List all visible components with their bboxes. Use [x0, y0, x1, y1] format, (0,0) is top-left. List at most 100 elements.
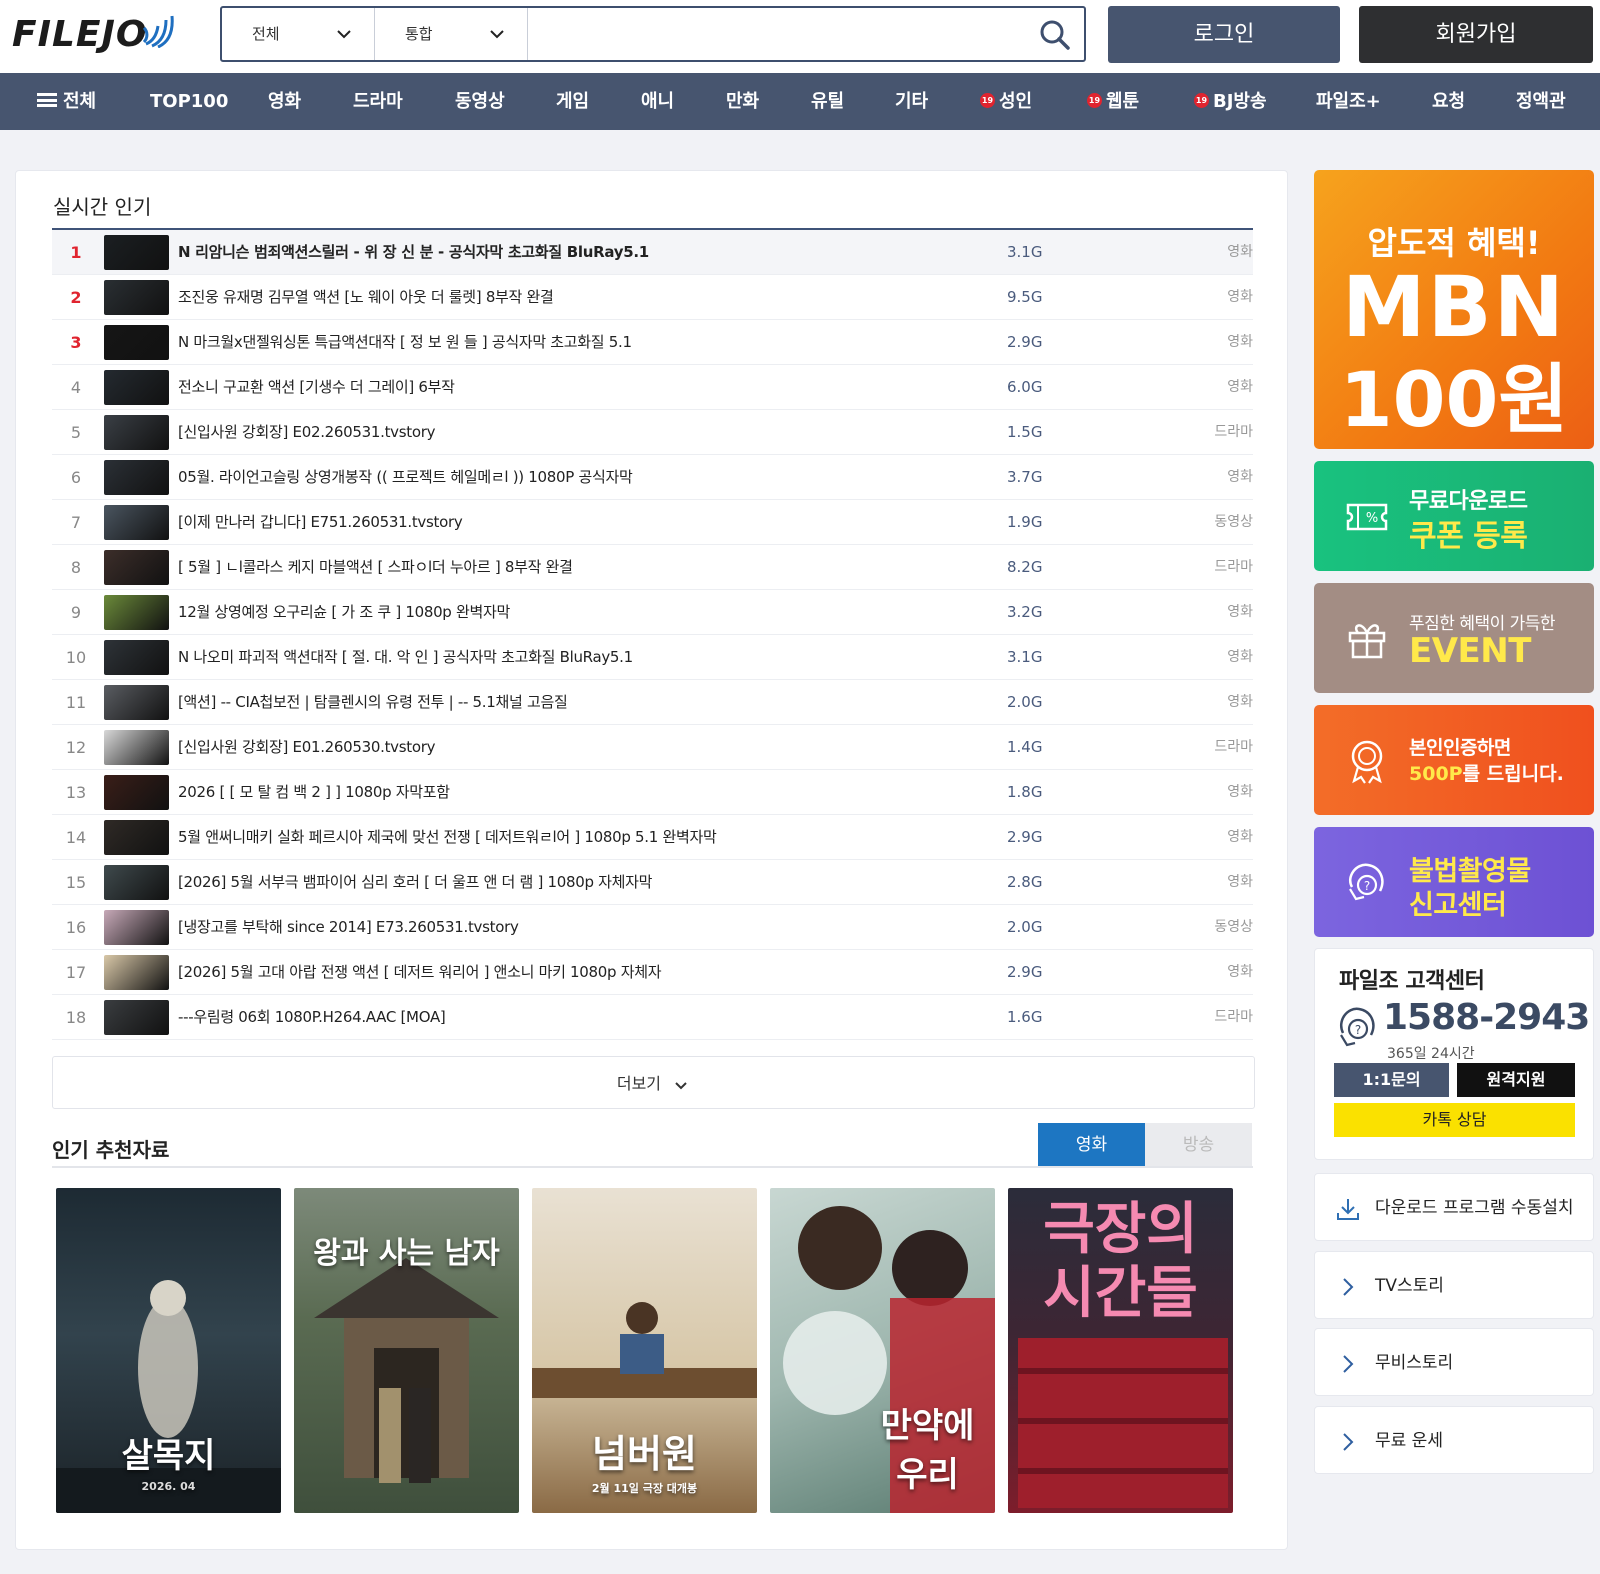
thumbnail[interactable] — [104, 730, 169, 765]
rank-title[interactable]: [냉장고를 부탁해 since 2014] E73.260531.tvstory — [178, 905, 519, 950]
table-row[interactable]: 11 [액션] -- CIA첩보전 | 탐클렌시의 유령 전투 | -- 5.1채… — [52, 680, 1253, 725]
nav-item-top100[interactable]: TOP100 — [150, 73, 228, 130]
table-row[interactable]: 16 [냉장고를 부탁해 since 2014] E73.260531.tvsto… — [52, 905, 1253, 950]
nav-item-adult[interactable]: 19 성인 — [980, 73, 1032, 130]
thumbnail[interactable] — [104, 910, 169, 945]
signup-button[interactable]: 회원가입 — [1359, 6, 1593, 63]
table-row[interactable]: 17 [2026] 5월 고대 아랍 전쟁 액션 [ 데저트 워리어 ] 앤소니 … — [52, 950, 1253, 995]
nav-item-util[interactable]: 유틸 — [811, 73, 844, 130]
nav-item-game[interactable]: 게임 — [556, 73, 589, 130]
rank-title[interactable]: [이제 만나러 갑니다] E751.260531.tvstory — [178, 500, 463, 545]
headset-report-icon: ? — [1349, 863, 1384, 901]
fortune-link[interactable]: 무료 운세 — [1314, 1406, 1594, 1474]
poster-card[interactable]: 만약에 우리 — [770, 1188, 995, 1513]
thumbnail[interactable] — [104, 280, 169, 315]
event-banner[interactable]: 푸짐한 혜택이 가득한 EVENT — [1314, 583, 1594, 693]
nav-item-all[interactable]: 전체 — [37, 73, 96, 130]
thumbnail[interactable] — [104, 820, 169, 855]
thumbnail[interactable] — [104, 865, 169, 900]
table-row[interactable]: 7 [이제 만나러 갑니다] E751.260531.tvstory 1.9G 동영상 — [52, 500, 1253, 545]
certification-banner[interactable]: 본인인증하면 500P를 드립니다. — [1314, 705, 1594, 815]
poster-card[interactable]: 살목지 2026. 04 — [56, 1188, 281, 1513]
moviestory-link[interactable]: 무비스토리 — [1314, 1328, 1594, 1396]
table-row[interactable]: 6 05월. 라이언고슬링 상영개봉작 (( 프로젝트 헤일메ㄹl )) 1080… — [52, 455, 1253, 500]
search-input[interactable] — [528, 8, 1028, 60]
rank-title[interactable]: 5월 앤써니매키 실화 페르시아 제국에 맞선 전쟁 [ 데저트워ㄹl어 ] 1… — [178, 815, 717, 860]
thumbnail[interactable] — [104, 325, 169, 360]
thumbnail[interactable] — [104, 595, 169, 630]
nav-item-video[interactable]: 동영상 — [455, 73, 505, 130]
tab-movie[interactable]: 영화 — [1038, 1123, 1145, 1167]
table-row[interactable]: 8 [ 5월 ] ㄴl콜라스 케지 마블액션 [ 스파ㅇl더 누아르 ] 8부작 … — [52, 545, 1253, 590]
table-row[interactable]: 9 12월 상영예정 오구리슌 [ 가 조 쿠 ] 1080p 완벽자막 3.2G 영… — [52, 590, 1253, 635]
rank-title[interactable]: N 마크월x댄젤워싱톤 특급액션대작 [ 정 보 원 들 ] 공식자막 초고화질… — [178, 320, 632, 365]
nav-item-bj[interactable]: 19 BJ방송 — [1194, 73, 1267, 130]
category-select[interactable]: 전체 — [222, 8, 375, 60]
rank-title[interactable]: 12월 상영예정 오구리슌 [ 가 조 쿠 ] 1080p 완벽자막 — [178, 590, 510, 635]
thumbnail[interactable] — [104, 415, 169, 450]
rank-title[interactable]: N 리암니슨 범죄액션스릴러 - 위 장 신 분 - 공식자막 초고화질 Blu… — [178, 230, 649, 275]
thumbnail[interactable] — [104, 550, 169, 585]
thumbnail[interactable] — [104, 370, 169, 405]
nav-item-etc[interactable]: 기타 — [895, 73, 928, 130]
rank-title[interactable]: 2026 [ [ 모 탈 컴 백 2 ] ] 1080p 자막포함 — [178, 770, 450, 815]
scope-select[interactable]: 통합 — [375, 8, 528, 60]
tab-broadcast[interactable]: 방송 — [1145, 1123, 1252, 1167]
poster-card[interactable]: 넘버원 2월 11일 극장 대개봉 — [532, 1188, 757, 1513]
rank-number: 3 — [70, 333, 82, 352]
rank-title[interactable]: 전소니 구교환 액션 [기생수 더 그레이] 6부작 — [178, 365, 455, 410]
poster-card[interactable]: 왕과 사는 남자 — [294, 1188, 519, 1513]
table-row[interactable]: 18 ---우림령 06회 1080P.H264.AAC [MOA] 1.6G 드라마 — [52, 995, 1253, 1040]
inquiry-button[interactable]: 1:1문의 — [1334, 1063, 1449, 1097]
table-row[interactable]: 12 [신입사원 강회장] E01.260530.tvstory 1.4G 드라마 — [52, 725, 1253, 770]
nav-item-request[interactable]: 요청 — [1432, 73, 1465, 130]
more-button[interactable]: 더보기 — [52, 1056, 1255, 1109]
thumbnail[interactable] — [104, 775, 169, 810]
table-row[interactable]: 1 N 리암니슨 범죄액션스릴러 - 위 장 신 분 - 공식자막 초고화질 Bl… — [52, 230, 1253, 275]
search-icon[interactable] — [1038, 18, 1072, 52]
thumbnail[interactable] — [104, 1000, 169, 1035]
rank-title[interactable]: [신입사원 강회장] E02.260531.tvstory — [178, 410, 435, 455]
rank-title[interactable]: [ 5월 ] ㄴl콜라스 케지 마블액션 [ 스파ㅇl더 누아르 ] 8부작 완… — [178, 545, 573, 590]
table-row[interactable]: 2 조진웅 유재명 김무열 액션 [노 웨이 아웃 더 룰렛] 8부작 완결 9.5… — [52, 275, 1253, 320]
download-program-link[interactable]: 다운로드 프로그램 수동설치 — [1314, 1173, 1594, 1241]
remote-support-button[interactable]: 원격지원 — [1457, 1063, 1575, 1097]
thumbnail[interactable] — [104, 460, 169, 495]
thumbnail[interactable] — [104, 640, 169, 675]
nav-item-flatrate[interactable]: 정액관 — [1516, 73, 1566, 130]
rank-title[interactable]: ---우림령 06회 1080P.H264.AAC [MOA] — [178, 995, 446, 1040]
tvstory-link[interactable]: TV스토리 — [1314, 1251, 1594, 1319]
table-row[interactable]: 13 2026 [ [ 모 탈 컴 백 2 ] ] 1080p 자막포함 1.8G 영… — [52, 770, 1253, 815]
thumbnail[interactable] — [104, 955, 169, 990]
table-row[interactable]: 5 [신입사원 강회장] E02.260531.tvstory 1.5G 드라마 — [52, 410, 1253, 455]
report-banner[interactable]: ? 불법촬영물 신고센터 — [1314, 827, 1594, 937]
nav-item-webtoon[interactable]: 19 웹툰 — [1087, 73, 1139, 130]
nav-item-comic[interactable]: 만화 — [726, 73, 759, 130]
table-row[interactable]: 14 5월 앤써니매키 실화 페르시아 제국에 맞선 전쟁 [ 데저트워ㄹl어 ]… — [52, 815, 1253, 860]
table-row[interactable]: 3 N 마크월x댄젤워싱톤 특급액션대작 [ 정 보 원 들 ] 공식자막 초고화… — [52, 320, 1253, 365]
category-label: 영화 — [1227, 694, 1253, 710]
table-row[interactable]: 4 전소니 구교환 액션 [기생수 더 그레이] 6부작 6.0G 영화 — [52, 365, 1253, 410]
thumbnail[interactable] — [104, 685, 169, 720]
rank-title[interactable]: [2026] 5월 서부극 뱀파이어 심리 호러 [ 더 울프 앤 더 램 ] … — [178, 860, 652, 905]
rank-title[interactable]: [액션] -- CIA첩보전 | 탐클렌시의 유령 전투 | -- 5.1채널 … — [178, 680, 568, 725]
nav-item-filejoplus[interactable]: 파일조+ — [1316, 73, 1381, 130]
nav-item-anime[interactable]: 애니 — [641, 73, 674, 130]
nav-item-movie[interactable]: 영화 — [268, 73, 301, 130]
coupon-banner[interactable]: % 무료다운로드 쿠폰 등록 — [1314, 461, 1594, 571]
rank-title[interactable]: N 나오미 파괴적 액션대작 [ 절. 대. 악 인 ] 공식자막 초고화질 B… — [178, 635, 633, 680]
rank-title[interactable]: 조진웅 유재명 김무열 액션 [노 웨이 아웃 더 룰렛] 8부작 완결 — [178, 275, 554, 320]
rank-title[interactable]: 05월. 라이언고슬링 상영개봉작 (( 프로젝트 헤일메ㄹl )) 1080P… — [178, 455, 633, 500]
logo[interactable]: FILEJO — [12, 10, 182, 62]
kakao-chat-button[interactable]: 카톡 상담 — [1334, 1103, 1575, 1137]
login-button[interactable]: 로그인 — [1108, 6, 1340, 63]
poster-card[interactable]: 극장의 시간들 — [1008, 1188, 1233, 1513]
rank-title[interactable]: [신입사원 강회장] E01.260530.tvstory — [178, 725, 435, 770]
nav-item-drama[interactable]: 드라마 — [353, 73, 403, 130]
thumbnail[interactable] — [104, 505, 169, 540]
table-row[interactable]: 10 N 나오미 파괴적 액션대작 [ 절. 대. 악 인 ] 공식자막 초고화질… — [52, 635, 1253, 680]
thumbnail[interactable] — [104, 235, 169, 270]
table-row[interactable]: 15 [2026] 5월 서부극 뱀파이어 심리 호러 [ 더 울프 앤 더 램 … — [52, 860, 1253, 905]
rank-title[interactable]: [2026] 5월 고대 아랍 전쟁 액션 [ 데저트 워리어 ] 앤소니 마키… — [178, 950, 662, 995]
mbn-banner[interactable]: 압도적 혜택! MBN 100원 — [1314, 170, 1594, 449]
